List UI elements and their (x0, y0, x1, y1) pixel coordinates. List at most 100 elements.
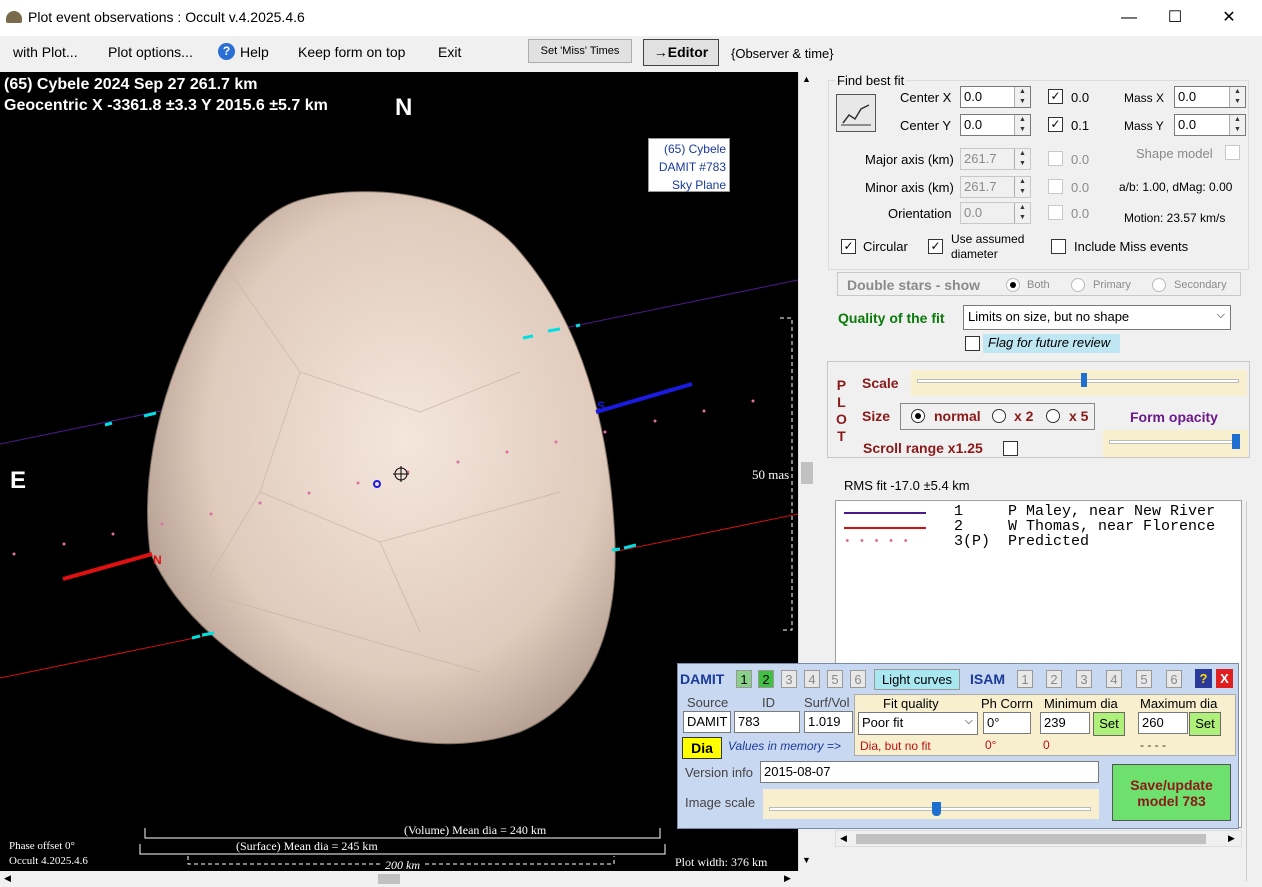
opacity-slider-thumb[interactable] (1232, 434, 1241, 449)
damit-model-6[interactable]: 6 (850, 670, 866, 688)
legend-horizontal-scrollbar[interactable]: ◀ ▶ (835, 830, 1242, 847)
phase-offset-label: Phase offset 0° (9, 840, 75, 852)
damit-model-5[interactable]: 5 (827, 670, 843, 688)
damit-model-3[interactable]: 3 (781, 670, 797, 688)
circular-label: Circular (863, 239, 908, 254)
center-y-input[interactable]: 0.0 ▲ ▼ (960, 114, 1031, 136)
isam-model-6[interactable]: 6 (1166, 670, 1182, 688)
set-miss-times-button[interactable]: Set 'Miss' Times (528, 39, 632, 63)
damit-close-button[interactable]: X (1216, 669, 1233, 688)
scroll-thumb[interactable] (801, 462, 813, 484)
fit-quality-select[interactable]: Poor fit ⌵ (858, 712, 978, 735)
size-x5-radio[interactable] (1046, 409, 1060, 423)
max-dia-field[interactable]: 260 (1138, 712, 1188, 734)
double-both-radio[interactable] (1006, 278, 1020, 292)
damit-model-2[interactable]: 2 (758, 670, 774, 688)
isam-model-2[interactable]: 2 (1046, 670, 1062, 688)
hscroll-thumb[interactable] (378, 874, 400, 884)
chord-n-label: N (153, 553, 162, 567)
circular-checkbox[interactable]: ✓ (841, 239, 856, 254)
isam-model-3[interactable]: 3 (1076, 670, 1092, 688)
minor-axis-checkbox[interactable] (1048, 179, 1063, 194)
best-fit-button[interactable] (836, 94, 876, 132)
set-max-button[interactable]: Set (1189, 712, 1221, 736)
ph-corr-field[interactable]: 0° (983, 712, 1031, 734)
quality-select[interactable]: Limits on size, but no shape ⌵ (963, 305, 1231, 330)
menu-plot-options[interactable]: Plot options... (108, 44, 193, 60)
scroll-right-icon[interactable]: ▶ (784, 873, 791, 884)
flag-review-label: Flag for future review (983, 334, 1120, 353)
max-dia-label: Maximum dia (1140, 696, 1218, 711)
isam-model-1[interactable]: 1 (1017, 670, 1033, 688)
legend-hscroll-thumb[interactable] (856, 834, 1206, 844)
legend-dots-3: ••••• (844, 536, 918, 548)
km-scale-label: 200 km (382, 858, 423, 871)
image-scale-label: Image scale (685, 795, 756, 810)
damit-title: DAMIT (680, 671, 725, 687)
scroll-up-icon[interactable]: ▲ (802, 74, 811, 84)
mass-x-input[interactable]: 0.0 ▲ ▼ (1174, 86, 1246, 108)
north-label: N (395, 94, 413, 121)
menu-help[interactable]: Help (240, 44, 269, 60)
isam-model-4[interactable]: 4 (1106, 670, 1122, 688)
flag-review-checkbox[interactable] (965, 336, 980, 351)
shape-model-checkbox[interactable] (1225, 145, 1240, 160)
save-update-model-button[interactable]: Save/update model 783 (1112, 764, 1231, 821)
isam-model-5[interactable]: 5 (1136, 670, 1152, 688)
include-miss-checkbox[interactable] (1051, 239, 1066, 254)
legend-scrollbar[interactable] (1246, 501, 1262, 881)
image-scale-slider[interactable] (763, 789, 1099, 819)
damit-model-4[interactable]: 4 (804, 670, 820, 688)
center-x-input[interactable]: 0.0 ▲ ▼ (960, 86, 1031, 108)
min-dia-field[interactable]: 239 (1040, 712, 1090, 734)
orientation-checkbox[interactable] (1048, 205, 1063, 220)
center-x-checkbox[interactable]: ✓ (1048, 89, 1063, 104)
major-axis-input[interactable]: 261.7 ▲ ▼ (960, 148, 1031, 170)
center-y-label: Center Y (900, 118, 952, 133)
damit-model-1[interactable]: 1 (736, 670, 752, 688)
scale-slider-thumb[interactable] (1081, 373, 1088, 387)
help-icon[interactable]: ? (218, 43, 235, 60)
light-curves-button[interactable]: Light curves (874, 669, 960, 690)
legend-scroll-left-icon[interactable]: ◀ (840, 833, 847, 844)
shape-model-label: Shape model (1136, 146, 1213, 161)
double-secondary-label: Secondary (1174, 279, 1227, 291)
source-field[interactable]: DAMIT (683, 711, 731, 733)
maximize-button[interactable]: ☐ (1152, 0, 1198, 36)
close-button[interactable]: ✕ (1206, 0, 1252, 36)
form-opacity-label: Form opacity (1130, 409, 1218, 425)
damit-help-button[interactable]: ? (1195, 669, 1212, 688)
menu-keep-on-top[interactable]: Keep form on top (298, 44, 405, 60)
editor-button[interactable]: →Editor (643, 39, 719, 66)
dia-button[interactable]: Dia (682, 737, 722, 759)
menu-exit[interactable]: Exit (438, 44, 461, 60)
set-min-button[interactable]: Set (1093, 712, 1125, 736)
scale-slider[interactable] (911, 370, 1247, 396)
minimize-button[interactable]: — (1106, 0, 1152, 36)
use-assumed-checkbox[interactable]: ✓ (928, 239, 943, 254)
memory-ph-corr: 0° (985, 738, 997, 752)
menu-with-plot[interactable]: with Plot... (13, 44, 78, 60)
plot-horizontal-scrollbar[interactable]: ◀ ▶ (0, 871, 798, 887)
scroll-left-icon[interactable]: ◀ (4, 873, 11, 884)
minor-axis-input[interactable]: 261.7 ▲ ▼ (960, 176, 1031, 198)
orientation-step: 0.0 (1071, 206, 1090, 221)
scroll-range-checkbox[interactable] (1003, 441, 1018, 456)
asteroid-shape (146, 191, 616, 745)
id-field[interactable]: 783 (734, 711, 800, 733)
menu-bar: with Plot... Plot options... ? Help Keep… (0, 36, 1262, 68)
image-scale-thumb[interactable] (932, 802, 942, 816)
center-y-checkbox[interactable]: ✓ (1048, 117, 1063, 132)
version-info-field[interactable]: 2015-08-07 (760, 761, 1099, 783)
scroll-down-icon[interactable]: ▼ (802, 855, 811, 865)
surf-vol-field[interactable]: 1.019 (804, 711, 853, 733)
opacity-slider[interactable] (1103, 430, 1248, 457)
size-x2-radio[interactable] (992, 409, 1006, 423)
legend-scroll-right-icon[interactable]: ▶ (1228, 833, 1235, 844)
mass-y-input[interactable]: 0.0 ▲ ▼ (1174, 114, 1246, 136)
major-axis-checkbox[interactable] (1048, 151, 1063, 166)
double-primary-radio[interactable] (1071, 278, 1085, 292)
orientation-input[interactable]: 0.0 ▲ ▼ (960, 202, 1031, 224)
double-secondary-radio[interactable] (1152, 278, 1166, 292)
size-normal-radio[interactable] (911, 409, 925, 423)
